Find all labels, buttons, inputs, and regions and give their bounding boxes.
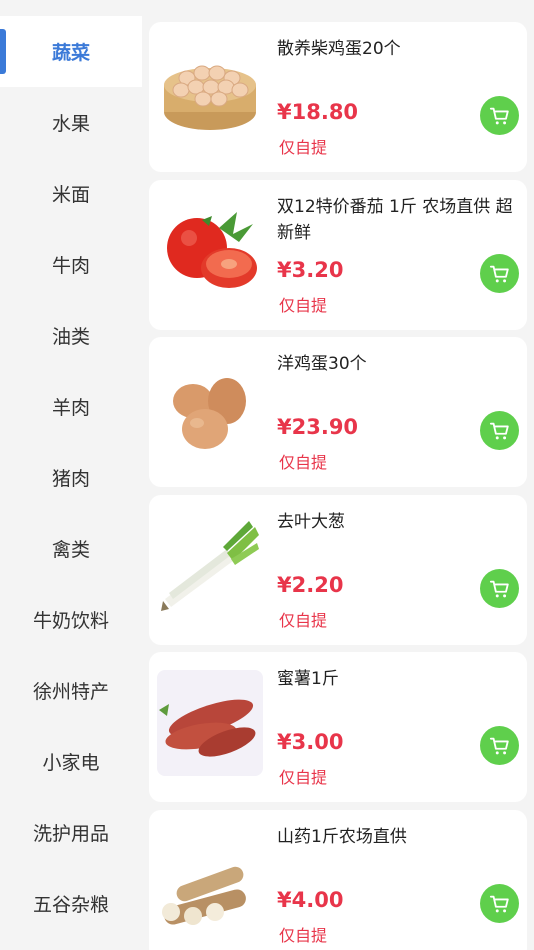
product-title: 散养柴鸡蛋20个 [277, 39, 401, 59]
product-price: ¥3.00 [277, 730, 344, 754]
sidebar-item-label: 徐州特产 [32, 681, 109, 703]
sidebar-item-label: 油类 [51, 326, 90, 348]
sidebar-item-poultry[interactable]: 禽类 [0, 513, 142, 584]
pickup-only-tag: 仅自提 [279, 926, 328, 945]
pickup-only-tag: 仅自提 [279, 453, 328, 472]
sidebar-item-rice-noodles[interactable]: 米面 [0, 158, 142, 229]
product-title: 去叶大葱 [277, 512, 345, 532]
sidebar-item-label: 禽类 [51, 539, 90, 561]
category-sidebar: 蔬菜 水果 米面 牛肉 油类 羊肉 猪肉 禽类 牛奶饮料 徐州特产 小家电 洗护… [0, 0, 142, 950]
sidebar-item-label: 羊肉 [51, 397, 90, 419]
sidebar-item-grains[interactable]: 五谷杂粮 [0, 868, 142, 939]
sidebar-item-label: 牛奶饮料 [32, 610, 109, 632]
product-title: 双12特价番茄 1斤 农场直供 超新鲜 [277, 197, 513, 243]
sidebar-item-label: 小家电 [42, 752, 100, 774]
add-to-cart-button[interactable] [480, 96, 519, 135]
product-card[interactable]: 蜜薯1斤 ¥3.00 仅自提 [149, 652, 527, 802]
cart-icon [489, 737, 509, 754]
product-image-egg-basket [164, 65, 256, 130]
sidebar-item-vegetables[interactable]: 蔬菜 [0, 16, 142, 87]
sidebar-item-pork[interactable]: 猪肉 [0, 442, 142, 513]
product-price: ¥4.00 [277, 888, 344, 912]
product-title: 山药1斤农场直供 [277, 827, 407, 847]
add-to-cart-button[interactable] [480, 254, 519, 293]
product-image-eggs [173, 378, 246, 449]
add-to-cart-button[interactable] [480, 411, 519, 450]
cart-icon [489, 107, 509, 124]
sidebar-item-lamb[interactable]: 羊肉 [0, 371, 142, 442]
product-title: 蜜薯1斤 [277, 669, 339, 689]
product-list: 散养柴鸡蛋20个 ¥18.80 仅自提 双12特价番茄 1斤 农场直供 超新鲜 … [149, 0, 527, 950]
product-price: ¥3.20 [277, 258, 344, 282]
pickup-only-tag: 仅自提 [279, 138, 328, 157]
pickup-only-tag: 仅自提 [279, 768, 328, 787]
sidebar-item-label: 水果 [51, 113, 90, 135]
product-price: ¥23.90 [277, 415, 359, 439]
sidebar-item-label: 蔬菜 [51, 42, 90, 64]
cart-icon [489, 580, 509, 597]
product-title: 洋鸡蛋30个 [277, 354, 367, 374]
sidebar-item-small-appliances[interactable]: 小家电 [0, 726, 142, 797]
product-image-sweet-potato [157, 670, 263, 776]
pickup-only-tag: 仅自提 [279, 296, 328, 315]
sidebar-item-label: 猪肉 [51, 468, 90, 490]
pickup-only-tag: 仅自提 [279, 611, 328, 630]
cart-icon [489, 422, 509, 439]
sidebar-item-toiletries[interactable]: 洗护用品 [0, 797, 142, 868]
sidebar-item-label: 五谷杂粮 [32, 894, 109, 916]
product-image-tomato [167, 212, 257, 288]
sidebar-item-label: 牛肉 [51, 255, 90, 277]
sidebar-item-label: 米面 [51, 184, 90, 206]
product-card[interactable]: 去叶大葱 ¥2.20 仅自提 [149, 495, 527, 645]
add-to-cart-button[interactable] [480, 726, 519, 765]
sidebar-item-xuzhou-specialty[interactable]: 徐州特产 [0, 655, 142, 726]
cart-icon [489, 895, 509, 912]
add-to-cart-button[interactable] [480, 884, 519, 923]
sidebar-item-milk-drinks[interactable]: 牛奶饮料 [0, 584, 142, 655]
add-to-cart-button[interactable] [480, 569, 519, 608]
sidebar-item-oil[interactable]: 油类 [0, 300, 142, 371]
product-card[interactable]: 双12特价番茄 1斤 农场直供 超新鲜 ¥3.20 仅自提 [149, 180, 527, 330]
sidebar-item-fruit[interactable]: 水果 [0, 87, 142, 158]
product-image-yam [162, 866, 246, 925]
product-price: ¥2.20 [277, 573, 344, 597]
cart-icon [489, 265, 509, 282]
product-card[interactable]: 散养柴鸡蛋20个 ¥18.80 仅自提 [149, 22, 527, 172]
sidebar-item-beef[interactable]: 牛肉 [0, 229, 142, 300]
product-card[interactable]: 洋鸡蛋30个 ¥23.90 仅自提 [149, 337, 527, 487]
product-price: ¥18.80 [277, 100, 359, 124]
product-image-scallion [161, 521, 259, 611]
sidebar-item-label: 洗护用品 [32, 823, 109, 845]
product-card[interactable]: 山药1斤农场直供 ¥4.00 仅自提 [149, 810, 527, 950]
